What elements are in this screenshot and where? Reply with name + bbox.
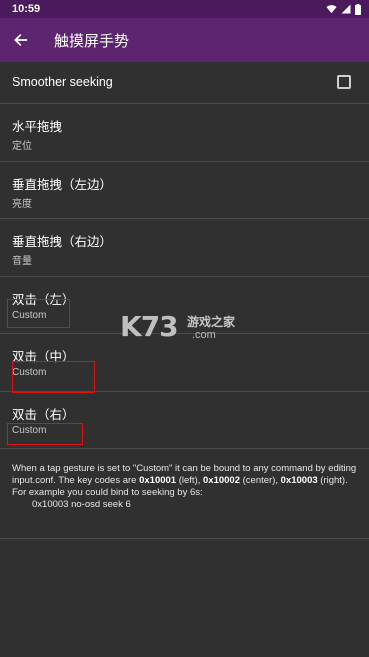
setting-vertical-drag-right[interactable]: 垂直拖拽（右边） 音量 <box>0 219 369 277</box>
watermark-logo: K73 游戏之家 .com <box>120 310 255 350</box>
divider <box>0 538 369 539</box>
page-title: 触摸屏手势 <box>54 31 130 50</box>
setting-title: 水平拖拽 <box>12 119 63 134</box>
app-bar: 触摸屏手势 <box>0 18 369 62</box>
key-code-center: 0x10002 <box>203 475 240 486</box>
battery-icon <box>355 3 361 15</box>
setting-title: 垂直拖拽（左边） <box>12 176 113 192</box>
custom-gesture-note: When a tap gesture is set to "Custom" it… <box>12 463 360 511</box>
status-time: 10:59 <box>12 3 41 15</box>
status-icons <box>326 3 361 15</box>
setting-vertical-drag-left[interactable]: 垂直拖拽（左边） 亮度 <box>0 162 369 219</box>
setting-smoother-seeking[interactable]: Smoother seeking <box>0 62 369 104</box>
setting-title: 垂直拖拽（右边） <box>12 234 113 249</box>
highlight-box-left <box>7 299 70 328</box>
setting-title: 双击（右） <box>12 406 75 422</box>
note-example-intro: For example you could bind to seeking by… <box>12 487 203 498</box>
watermark-site-name: 游戏之家 <box>187 315 236 329</box>
setting-value: 音量 <box>12 256 32 267</box>
highlight-box-center <box>12 361 95 393</box>
key-code-left: 0x10001 <box>139 475 177 486</box>
highlight-box-right <box>7 423 83 445</box>
note-right: (right). <box>317 475 348 486</box>
note-left: (left), <box>176 475 204 486</box>
setting-value: 定位 <box>12 141 32 152</box>
setting-title: Smoother seeking <box>12 75 113 89</box>
back-button[interactable] <box>0 18 42 62</box>
key-code-right: 0x10003 <box>280 475 318 486</box>
signal-icon <box>341 4 351 14</box>
watermark-domain: .com <box>192 329 216 341</box>
setting-horizontal-drag[interactable]: 水平拖拽 定位 <box>0 104 369 162</box>
note-center: (center), <box>240 475 281 486</box>
arrow-back-icon <box>14 33 28 47</box>
status-bar: 10:59 <box>0 0 369 18</box>
smoother-seeking-checkbox[interactable] <box>337 75 351 89</box>
note-example-command: 0x10003 no-osd seek 6 <box>32 499 131 510</box>
setting-value: 亮度 <box>12 198 32 210</box>
wifi-icon <box>326 5 337 14</box>
watermark-k73: K73 <box>120 310 179 343</box>
